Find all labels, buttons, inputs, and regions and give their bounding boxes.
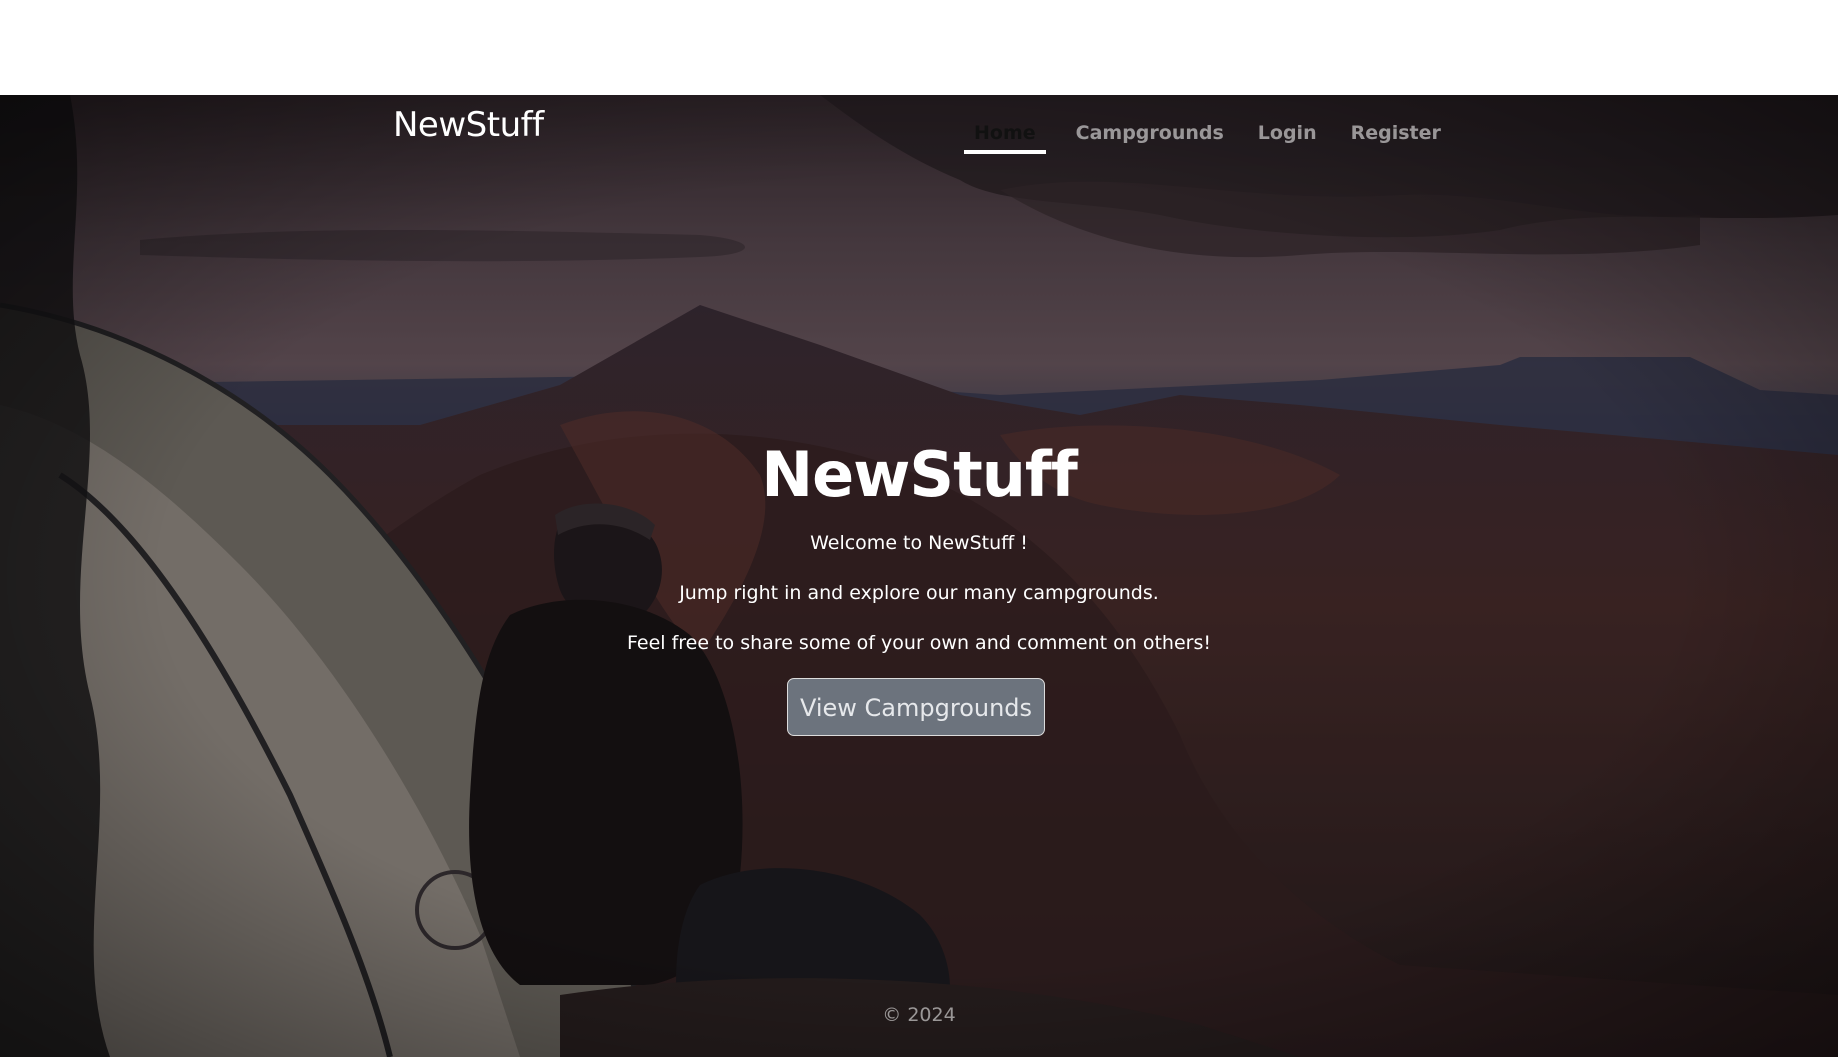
nav-link-home[interactable]: Home [964,122,1046,154]
nav-link-register[interactable]: Register [1347,122,1445,154]
brand-logo[interactable]: NewStuff [393,105,544,145]
welcome-text: Welcome to NewStuff ! [810,532,1028,554]
footer: © 2024 [0,1004,1838,1026]
view-campgrounds-button[interactable]: View Campgrounds [787,678,1045,736]
navbar: NewStuff Home Campgrounds Login Register [0,95,1838,175]
explore-text: Jump right in and explore our many campg… [679,582,1159,604]
hero-section: NewStuff Home Campgrounds Login Register… [0,95,1838,1057]
hero-title: NewStuff [761,438,1078,511]
nav-link-campgrounds[interactable]: Campgrounds [1072,122,1228,154]
top-blank-area [0,0,1838,95]
campsite-background-image [0,95,1838,1057]
copyright-text: © 2024 [882,1004,956,1026]
share-text: Feel free to share some of your own and … [627,632,1211,654]
nav-links: Home Campgrounds Login Register [964,122,1445,154]
nav-link-login[interactable]: Login [1254,122,1321,154]
